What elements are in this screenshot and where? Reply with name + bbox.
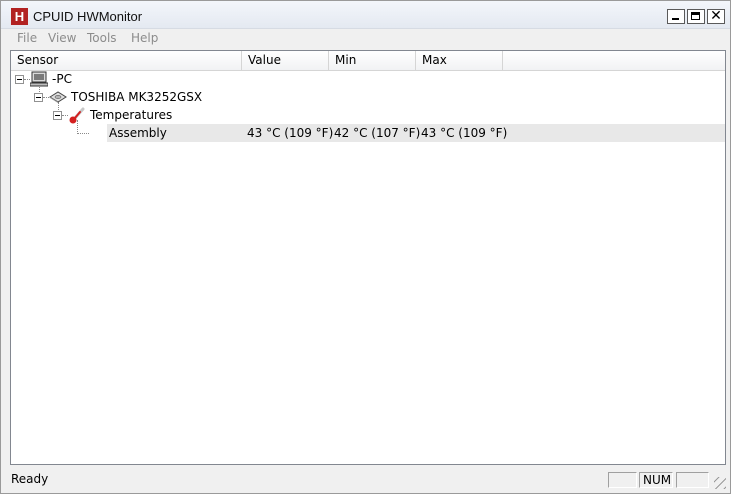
status-text: Ready [11, 472, 49, 486]
tree-line [77, 133, 89, 134]
tree-label-disk: TOSHIBA MK3252GSX [71, 90, 203, 104]
sensor-name: Assembly [109, 126, 167, 140]
app-icon: H [11, 8, 28, 25]
menu-help[interactable]: Help [131, 31, 158, 45]
app-window: H CPUID HWMonitor ✕ File View Tools Help… [0, 0, 731, 494]
menu-bar: File View Tools Help [1, 29, 730, 48]
sensor-row-assembly[interactable]: Assembly 43 °C (109 °F) 42 °C (107 °F) 4… [11, 124, 725, 142]
column-min[interactable]: Min [329, 51, 416, 70]
hard-disk-icon [49, 91, 67, 103]
computer-icon [30, 71, 48, 87]
tree-label-temperatures: Temperatures [90, 108, 173, 122]
close-icon: ✕ [710, 8, 722, 24]
window-title: CPUID HWMonitor [33, 9, 143, 24]
collapse-icon[interactable] [53, 111, 62, 120]
menu-file[interactable]: File [17, 31, 37, 45]
collapse-icon[interactable] [15, 75, 24, 84]
sensor-max: 43 °C (109 °F) [421, 126, 508, 140]
menu-view[interactable]: View [48, 31, 76, 45]
status-panel-empty [676, 472, 709, 488]
tree-row-temperatures[interactable]: Temperatures [11, 106, 725, 124]
status-bar: Ready NUM [1, 469, 730, 493]
maximize-button[interactable] [687, 9, 705, 24]
collapse-icon[interactable] [34, 93, 43, 102]
menu-tools[interactable]: Tools [87, 31, 117, 45]
column-value[interactable]: Value [242, 51, 329, 70]
close-button[interactable]: ✕ [707, 8, 725, 24]
status-panel-num: NUM [639, 472, 673, 488]
column-max[interactable]: Max [416, 51, 503, 70]
column-header: Sensor Value Min Max [11, 51, 725, 71]
sensor-value: 43 °C (109 °F) [247, 126, 334, 140]
title-bar[interactable]: H CPUID HWMonitor ✕ [1, 1, 730, 29]
minimize-button[interactable] [667, 9, 685, 24]
sensor-tree-list[interactable]: Sensor Value Min Max -PC TOSHIBA MK3252G… [10, 50, 726, 465]
status-panel-empty [608, 472, 637, 488]
thermometer-icon [69, 107, 85, 124]
tree-row-computer[interactable]: -PC [11, 70, 725, 88]
tree-row-disk[interactable]: TOSHIBA MK3252GSX [11, 88, 725, 106]
tree-label-computer: -PC [52, 72, 72, 86]
sensor-min: 42 °C (107 °F) [334, 126, 421, 140]
resize-grip-icon[interactable] [714, 477, 726, 489]
column-sensor[interactable]: Sensor [11, 51, 242, 70]
